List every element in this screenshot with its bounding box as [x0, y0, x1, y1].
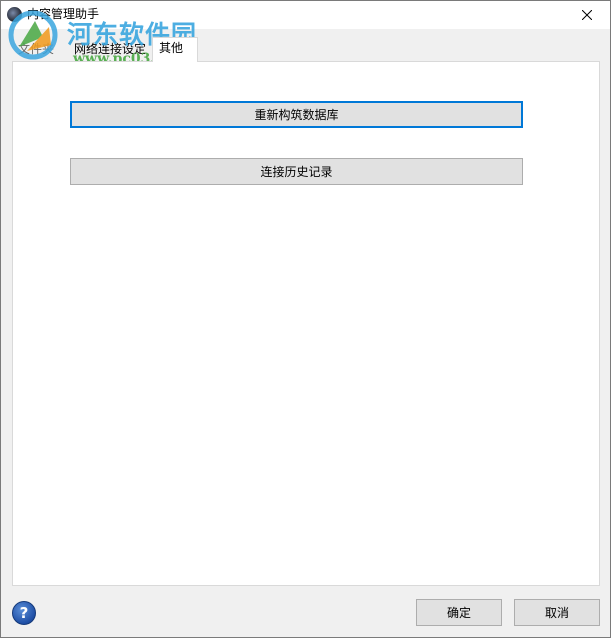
tab-network-settings[interactable]: 网络连接设定 [68, 39, 154, 61]
app-icon [7, 7, 22, 22]
title-bar[interactable]: 内容管理助手 [1, 1, 610, 29]
window-title: 内容管理助手 [27, 7, 100, 21]
close-button[interactable] [564, 1, 610, 29]
dialog-window: 内容管理助手 文件夹 网络连接设定 其他 河东软件园 www.pc0359.cn… [0, 0, 611, 638]
tab-other[interactable]: 其他 [152, 37, 198, 62]
close-icon [582, 10, 592, 20]
connection-history-button[interactable]: 连接历史记录 [70, 158, 523, 185]
ok-button[interactable]: 确定 [416, 599, 502, 626]
help-icon[interactable]: ? [12, 601, 36, 625]
tab-folder[interactable]: 文件夹 [12, 39, 68, 61]
tab-panel-other: 重新构筑数据库 连接历史记录 [12, 61, 600, 586]
rebuild-database-button[interactable]: 重新构筑数据库 [70, 101, 523, 128]
cancel-button[interactable]: 取消 [514, 599, 600, 626]
